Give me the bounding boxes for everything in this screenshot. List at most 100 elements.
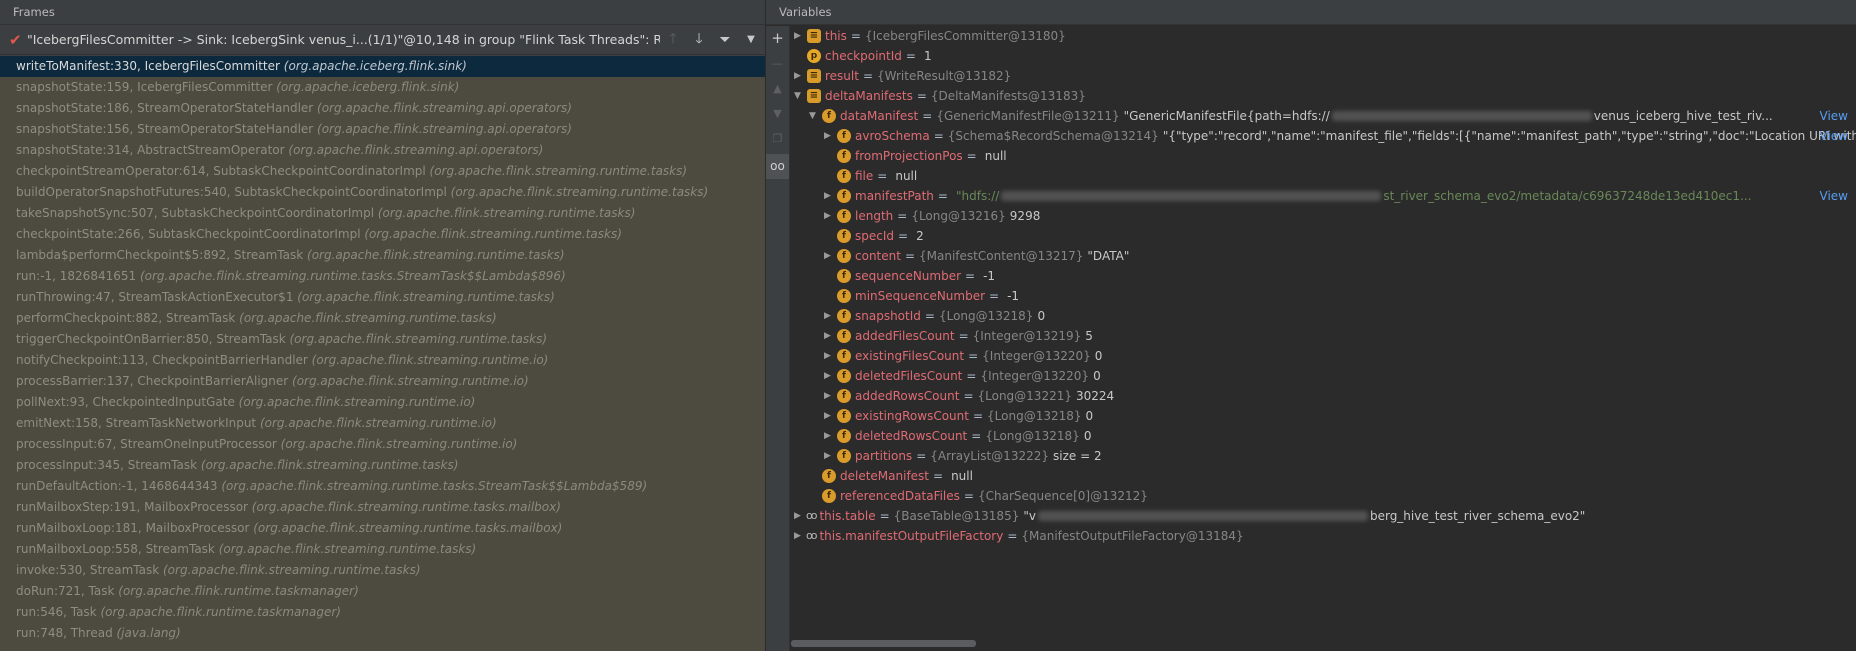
thread-label[interactable]: "IcebergFilesCommitter -> Sink: IcebergS… <box>27 32 660 47</box>
copy-icon[interactable]: ❐ <box>766 126 789 151</box>
frame-package: (org.apache.flink.streaming.api.operator… <box>288 143 544 157</box>
frame-row[interactable]: notifyCheckpoint:113, CheckpointBarrierH… <box>0 350 765 371</box>
variable-row[interactable]: ▼ ≡ deltaManifests = {DeltaManifests@13183} <box>791 86 1856 106</box>
frame-row[interactable]: processBarrier:137, CheckpointBarrierAli… <box>0 371 765 392</box>
add-watch-icon[interactable]: + <box>766 26 789 51</box>
variable-row[interactable]: ▶ ≡ result = {WriteResult@13182} <box>791 66 1856 86</box>
variable-row[interactable]: ▶ f length = {Long@13216} 9298 <box>791 206 1856 226</box>
frame-row[interactable]: writeToManifest:330, IcebergFilesCommitt… <box>0 56 765 77</box>
variable-type: {Long@13218} <box>938 309 1034 323</box>
expand-arrow-icon[interactable]: ▶ <box>821 206 834 226</box>
variable-row[interactable]: f sequenceNumber = -1 <box>791 266 1856 286</box>
frame-row[interactable]: snapshotState:159, IcebergFilesCommitter… <box>0 77 765 98</box>
variable-row[interactable]: ▶ f addedFilesCount = {Integer@13219} 5 <box>791 326 1856 346</box>
expand-arrow-icon[interactable]: ▶ <box>821 386 834 406</box>
filter-icon[interactable]: ⏷ <box>712 32 738 48</box>
arrow-down-icon[interactable]: 🡓 <box>686 28 712 52</box>
frame-row[interactable]: emitNext:158, StreamTaskNetworkInput (or… <box>0 413 765 434</box>
expand-arrow-icon[interactable]: ▶ <box>821 186 834 206</box>
expand-arrow-icon[interactable]: ▶ <box>821 306 834 326</box>
frame-row[interactable]: pollNext:93, CheckpointedInputGate (org.… <box>0 392 765 413</box>
equals-sign: = <box>916 89 927 103</box>
variable-row[interactable]: f fromProjectionPos = null <box>791 146 1856 166</box>
variable-row[interactable]: ▶ f avroSchema = {Schema$RecordSchema@13214}… <box>791 126 1856 146</box>
expand-arrow-icon[interactable]: ▶ <box>821 346 834 366</box>
move-down-icon[interactable]: ▼ <box>766 101 789 126</box>
expand-arrow-icon[interactable]: ▶ <box>821 446 834 466</box>
frame-row[interactable]: triggerCheckpointOnBarrier:850, StreamTa… <box>0 329 765 350</box>
show-watches-icon[interactable]: oo <box>766 154 789 179</box>
frame-method: run:748, Thread <box>16 626 117 640</box>
variable-row[interactable]: ▼ f dataManifest = {GenericManifestFile@1321… <box>791 106 1856 126</box>
variable-type: {Schema$RecordSchema@13214} <box>947 129 1159 143</box>
expand-arrow-icon[interactable]: ▶ <box>791 526 804 546</box>
expand-arrow-icon[interactable]: ▶ <box>821 426 834 446</box>
variable-row[interactable]: ▶ f content = {ManifestContent@13217} "DATA" <box>791 246 1856 266</box>
variable-row[interactable]: p checkpointId = 1 <box>791 46 1856 66</box>
frame-row[interactable]: checkpointState:266, SubtaskCheckpointCo… <box>0 224 765 245</box>
variable-row[interactable]: ▶ oo this.manifestOutputFileFactory = {Manif… <box>791 526 1856 546</box>
view-link[interactable]: View <box>1820 186 1848 206</box>
frame-row[interactable]: runThrowing:47, StreamTaskActionExecutor… <box>0 287 765 308</box>
variable-row[interactable]: ▶ f manifestPath = "hdfs:// st_river_schema_e… <box>791 186 1856 206</box>
collapse-arrow-icon[interactable]: ▼ <box>791 86 804 106</box>
frame-row[interactable]: runMailboxStep:191, MailboxProcessor (or… <box>0 497 765 518</box>
variable-row[interactable]: f deleteManifest = null <box>791 466 1856 486</box>
frame-row[interactable]: snapshotState:186, StreamOperatorStateHa… <box>0 98 765 119</box>
variable-row[interactable]: f file = null <box>791 166 1856 186</box>
expand-arrow-icon[interactable]: ▶ <box>791 506 804 526</box>
expand-arrow-icon[interactable]: ▶ <box>791 26 804 46</box>
equals-sign: = <box>1007 529 1018 543</box>
frame-row[interactable]: run:748, Thread (java.lang) <box>0 623 765 644</box>
string-value: "{"type":"record","name":"manifest_file"… <box>1162 129 1856 143</box>
frame-row[interactable]: runMailboxLoop:181, MailboxProcessor (or… <box>0 518 765 539</box>
expand-arrow-icon[interactable]: ▶ <box>821 326 834 346</box>
thread-selector[interactable]: ✔ "IcebergFilesCommitter -> Sink: Iceber… <box>0 25 765 55</box>
horizontal-scrollbar[interactable] <box>791 640 976 647</box>
remove-icon[interactable]: — <box>766 51 789 76</box>
variable-row[interactable]: f specId = 2 <box>791 226 1856 246</box>
variable-row[interactable]: ▶ f addedRowsCount = {Long@13221} 30224 <box>791 386 1856 406</box>
expand-arrow-icon[interactable]: ▶ <box>821 126 834 146</box>
equals-sign: = <box>963 489 974 503</box>
variable-row[interactable]: f minSequenceNumber = -1 <box>791 286 1856 306</box>
expand-arrow-icon[interactable]: ▶ <box>821 246 834 266</box>
view-link[interactable]: View <box>1820 126 1848 146</box>
variable-row[interactable]: ▶ f existingRowsCount = {Long@13218} 0 <box>791 406 1856 426</box>
expand-arrow-icon[interactable]: ▶ <box>791 66 804 86</box>
frame-package: (org.apache.flink.streaming.runtime.task… <box>239 311 497 325</box>
string-value: "v <box>1023 509 1036 523</box>
variable-row[interactable]: ▶ f existingFilesCount = {Integer@13220} 0 <box>791 346 1856 366</box>
variable-row[interactable]: ▶ f deletedFilesCount = {Integer@13220} 0 <box>791 366 1856 386</box>
frame-row[interactable]: snapshotState:314, AbstractStreamOperato… <box>0 140 765 161</box>
view-link[interactable]: View <box>1820 106 1848 126</box>
variable-row[interactable]: f referencedDataFiles = {CharSequence[0]@13… <box>791 486 1856 506</box>
chevron-down-icon[interactable]: ▼ <box>738 34 764 45</box>
move-up-icon[interactable]: ▲ <box>766 76 789 101</box>
frame-row[interactable]: snapshotState:156, StreamOperatorStateHa… <box>0 119 765 140</box>
expand-arrow-icon[interactable]: ▶ <box>821 406 834 426</box>
frame-row[interactable]: performCheckpoint:882, StreamTask (org.a… <box>0 308 765 329</box>
variable-type: {Long@13218} <box>985 429 1080 443</box>
variable-row[interactable]: ▶ f partitions = {ArrayList@13222} size = 2 <box>791 446 1856 466</box>
frame-row[interactable]: processInput:67, StreamOneInputProcessor… <box>0 434 765 455</box>
expand-arrow-icon[interactable]: ▶ <box>821 366 834 386</box>
frame-row[interactable]: runMailboxLoop:558, StreamTask (org.apac… <box>0 539 765 560</box>
frame-row[interactable]: run:-1, 1826841651 (org.apache.flink.str… <box>0 266 765 287</box>
frame-row[interactable]: lambda$performCheckpoint$5:892, StreamTa… <box>0 245 765 266</box>
frame-row[interactable]: run:546, Task (org.apache.flink.runtime.… <box>0 602 765 623</box>
frame-row[interactable]: processInput:345, StreamTask (org.apache… <box>0 455 765 476</box>
frame-row[interactable]: runDefaultAction:-1, 1468644343 (org.apa… <box>0 476 765 497</box>
frame-row[interactable]: takeSnapshotSync:507, SubtaskCheckpointC… <box>0 203 765 224</box>
variable-row[interactable]: ▶ f deletedRowsCount = {Long@13218} 0 <box>791 426 1856 446</box>
frame-method: processInput:67, StreamOneInputProcessor <box>16 437 281 451</box>
frame-row[interactable]: checkpointStreamOperator:614, SubtaskChe… <box>0 161 765 182</box>
arrow-up-icon[interactable]: 🡑 <box>660 28 686 52</box>
variable-row[interactable]: ▶ oo this.table = {BaseTable@13185} "v berg_hi… <box>791 506 1856 526</box>
collapse-arrow-icon[interactable]: ▼ <box>806 106 819 126</box>
frame-row[interactable]: invoke:530, StreamTask (org.apache.flink… <box>0 560 765 581</box>
variable-row[interactable]: ▶ ≡ this = {IcebergFilesCommitter@13180} <box>791 26 1856 46</box>
frame-row[interactable]: doRun:721, Task (org.apache.flink.runtim… <box>0 581 765 602</box>
variable-row[interactable]: ▶ f snapshotId = {Long@13218} 0 <box>791 306 1856 326</box>
frame-row[interactable]: buildOperatorSnapshotFutures:540, Subtas… <box>0 182 765 203</box>
